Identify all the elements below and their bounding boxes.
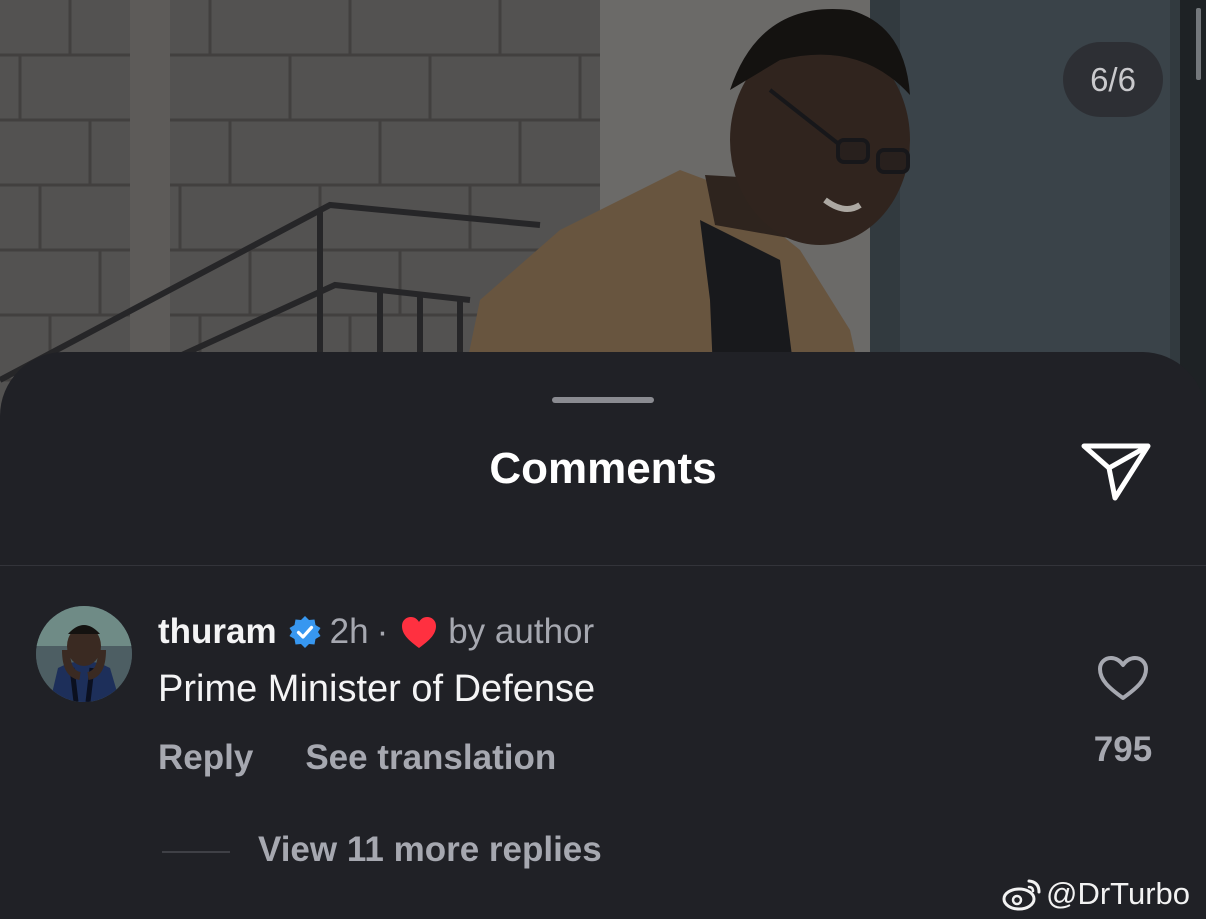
meta-separator: · <box>376 612 389 651</box>
watermark: @DrTurbo <box>1002 874 1190 914</box>
header-divider <box>0 565 1206 566</box>
liked-by-author-label: by author <box>448 612 595 651</box>
reply-button[interactable]: Reply <box>158 738 253 778</box>
heart-outline-icon <box>1098 656 1148 700</box>
comment-header: thuram 2h · by author <box>158 610 594 654</box>
comment-username[interactable]: thuram <box>158 612 277 652</box>
comment-actions: Reply See translation <box>158 738 556 778</box>
heart-filled-icon <box>402 617 437 648</box>
comment-time: 2h <box>329 612 369 651</box>
paper-plane-icon <box>1081 443 1151 501</box>
comments-sheet: Comments thuram 2h · by author Prime Min… <box>0 352 1206 919</box>
replies-indent-line <box>162 851 230 853</box>
like-button[interactable] <box>1096 654 1150 702</box>
screen: 6/6 Comments thuram 2h · by author Prime… <box>0 0 1206 919</box>
see-translation-button[interactable]: See translation <box>305 738 556 778</box>
image-counter: 6/6 <box>1063 42 1163 117</box>
like-count: 795 <box>1093 730 1153 769</box>
view-more-replies-button[interactable]: View 11 more replies <box>258 830 602 870</box>
comment-text: Prime Minister of Defense <box>158 668 596 710</box>
avatar[interactable] <box>36 606 132 702</box>
verified-badge-icon <box>289 616 321 648</box>
sheet-grabber-handle[interactable] <box>552 397 654 403</box>
share-button[interactable] <box>1080 438 1154 502</box>
watermark-text: @DrTurbo <box>1046 876 1191 911</box>
weibo-icon <box>1002 879 1041 911</box>
avatar-image <box>36 606 132 702</box>
sheet-title: Comments <box>489 444 717 493</box>
